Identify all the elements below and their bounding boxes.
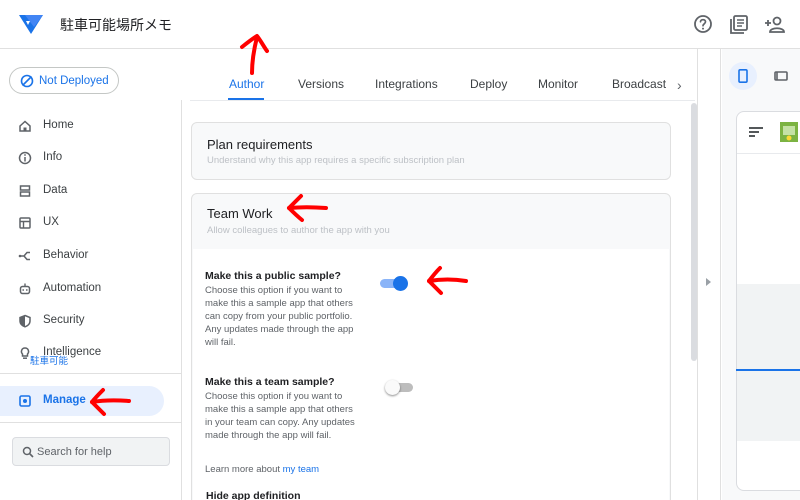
toggle-thumb — [393, 276, 408, 291]
tablet-preview-button[interactable] — [766, 62, 794, 90]
help-icon[interactable] — [692, 13, 714, 35]
sidebar: Home Info Data UX Behavior Automation Se… — [0, 100, 182, 500]
learn-more-text: Learn more about my team — [205, 464, 320, 475]
sidebar-item-label: Security — [43, 314, 85, 326]
phone-preview — [736, 111, 800, 491]
behavior-icon — [18, 251, 30, 261]
sidebar-item-label: Home — [43, 119, 74, 131]
sidebar-item-label: Data — [43, 184, 68, 196]
mobile-preview-button[interactable] — [729, 62, 757, 90]
menu-icon[interactable] — [748, 126, 764, 138]
sidebar-item-home[interactable]: Home — [0, 112, 170, 140]
tab-monitor[interactable]: Monitor — [538, 77, 578, 91]
team-work-subtitle: Allow colleagues to author the app with … — [207, 225, 390, 236]
plan-requirements-subtitle: Understand why this app requires a speci… — [207, 155, 465, 166]
ux-icon — [19, 217, 31, 229]
search-icon — [22, 446, 34, 458]
sidebar-item-manage[interactable]: Manage — [0, 386, 164, 416]
phone-nav-tab[interactable]: 駐車可能 — [30, 353, 68, 367]
tablet-icon — [774, 71, 788, 81]
phone-content-area — [737, 284, 800, 441]
sidebar-item-label: Info — [43, 151, 63, 163]
share-person-icon[interactable] — [764, 13, 786, 35]
sidebar-item-security[interactable]: Security — [0, 307, 170, 335]
sidebar-item-ux[interactable]: UX — [0, 209, 170, 237]
sidebar-item-label: Manage — [43, 394, 86, 406]
tab-bar: Author Versions Integrations Deploy Moni… — [190, 68, 695, 100]
info-icon — [18, 151, 32, 165]
phone-tab-indicator — [736, 369, 800, 371]
phone-icon — [738, 69, 748, 83]
manage-icon — [19, 395, 31, 407]
shield-icon — [19, 314, 31, 328]
tab-integrations[interactable]: Integrations — [375, 77, 438, 91]
sidebar-divider — [0, 422, 182, 423]
team-sample-description: Choose this option if you want to make t… — [205, 391, 355, 441]
preview-collapse-bar — [697, 49, 721, 500]
team-work-card: Team Work Allow colleagues to author the… — [191, 193, 671, 500]
sidebar-divider — [0, 373, 182, 374]
tab-versions[interactable]: Versions — [298, 77, 344, 91]
team-work-body: Make this a public sample? Choose this o… — [193, 249, 669, 500]
help-search — [12, 437, 170, 466]
help-search-input[interactable] — [37, 441, 165, 462]
team-sample-title: Make this a team sample? — [205, 376, 335, 388]
sidebar-item-label: Behavior — [43, 249, 89, 261]
plan-requirements-title: Plan requirements — [207, 137, 313, 152]
my-team-link[interactable]: my team — [283, 464, 319, 475]
docs-icon[interactable] — [728, 13, 750, 35]
sidebar-item-automation[interactable]: Automation — [0, 275, 170, 303]
data-icon — [19, 185, 31, 197]
main-content: Plan requirements Understand why this ap… — [183, 101, 695, 500]
deploy-status-label: Not Deployed — [39, 75, 109, 87]
sidebar-item-label: Automation — [43, 282, 102, 294]
app-title: 駐車可能場所メモ — [60, 17, 172, 33]
public-sample-toggle[interactable] — [378, 276, 408, 291]
sidebar-item-data[interactable]: Data — [0, 177, 170, 205]
tabs-scroll-right-icon[interactable]: › — [677, 77, 682, 93]
not-deployed-icon — [20, 74, 34, 88]
sidebar-item-intelligence[interactable]: Intelligence — [0, 339, 170, 367]
toggle-thumb — [385, 380, 400, 395]
public-sample-title: Make this a public sample? — [205, 270, 341, 282]
phone-app-header — [737, 112, 800, 154]
deploy-status-badge[interactable]: Not Deployed — [9, 67, 119, 94]
expand-preview-icon[interactable] — [705, 277, 713, 287]
app-thumbnail-icon — [780, 122, 798, 142]
automation-icon — [19, 283, 31, 295]
home-icon — [19, 120, 31, 132]
tab-broadcast[interactable]: Broadcast — [612, 77, 666, 91]
hide-app-definition-title: Hide app definition — [206, 490, 301, 500]
team-work-title: Team Work — [207, 206, 273, 221]
appsheet-logo-icon — [19, 15, 43, 34]
sidebar-item-label: UX — [43, 216, 59, 228]
tab-author[interactable]: Author — [229, 77, 264, 91]
tab-deploy[interactable]: Deploy — [470, 77, 507, 91]
app-root: 駐車可能場所メモ Not Deployed Author Versions In… — [0, 0, 800, 500]
top-header: 駐車可能場所メモ — [0, 0, 800, 49]
plan-requirements-card[interactable]: Plan requirements Understand why this ap… — [191, 122, 671, 180]
public-sample-description: Choose this option if you want to make t… — [205, 285, 354, 348]
team-sample-toggle[interactable] — [385, 380, 415, 395]
sidebar-item-info[interactable]: Info — [0, 144, 170, 172]
sidebar-item-behavior[interactable]: Behavior — [0, 242, 170, 270]
